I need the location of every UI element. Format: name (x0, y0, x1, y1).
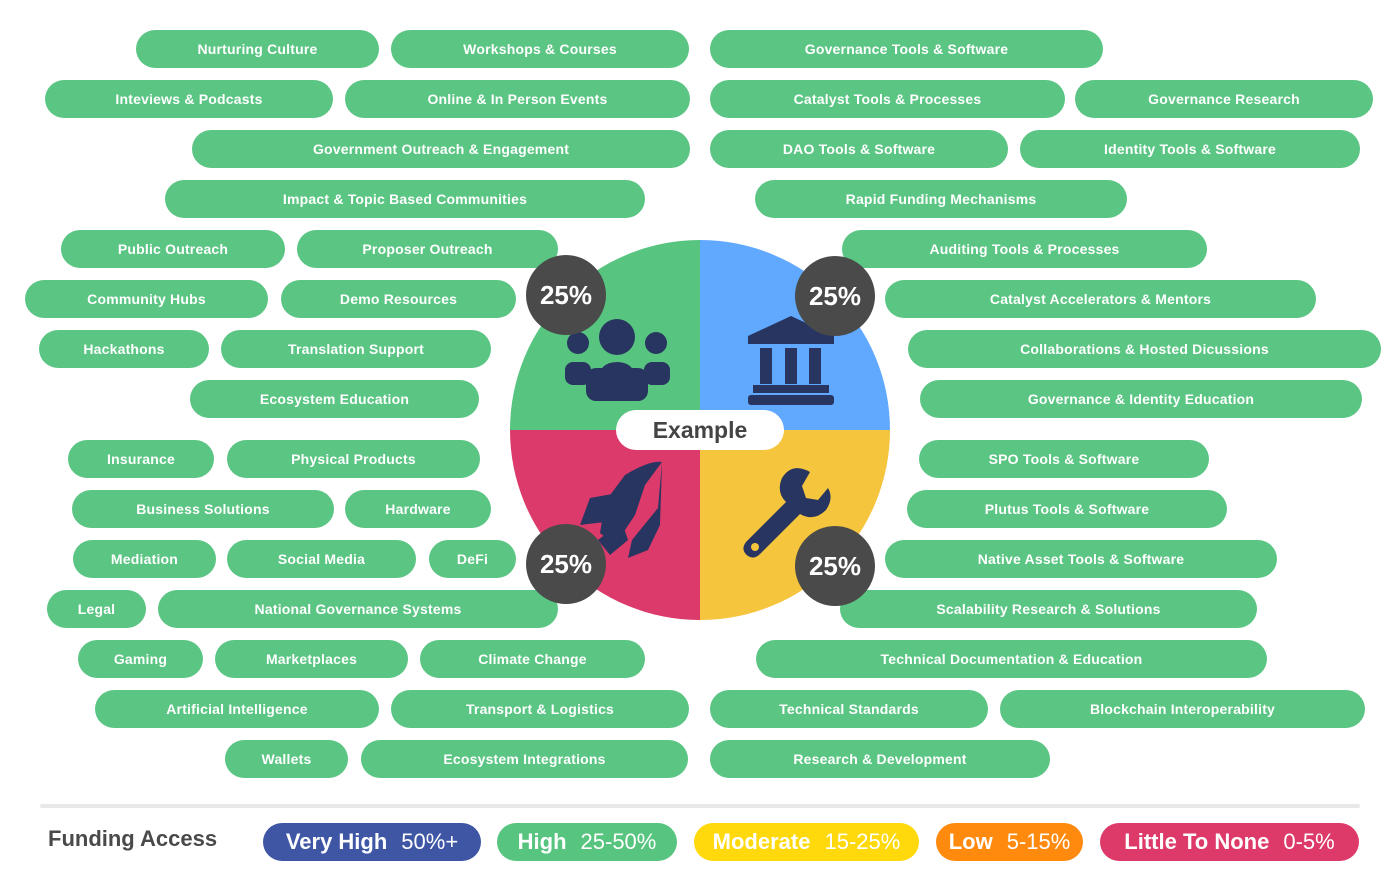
category-tag[interactable]: Collaborations & Hosted Dicussions (908, 330, 1381, 368)
category-tag[interactable]: Physical Products (227, 440, 480, 478)
center-label: Example (616, 410, 784, 450)
category-tag[interactable]: Governance Research (1075, 80, 1373, 118)
legend-range: 50%+ (401, 829, 459, 854)
category-tag[interactable]: Technical Standards (710, 690, 988, 728)
category-tag[interactable]: Artificial Intelligence (95, 690, 379, 728)
category-tag[interactable]: Gaming (78, 640, 203, 678)
legend-item: High 25-50% (497, 823, 677, 861)
category-tag[interactable]: Translation Support (221, 330, 491, 368)
category-tag[interactable]: Social Media (227, 540, 416, 578)
legend-title: Funding Access (48, 826, 218, 851)
category-tag[interactable]: Technical Documentation & Education (756, 640, 1267, 678)
category-tag[interactable]: Wallets (225, 740, 348, 778)
category-tag[interactable]: Public Outreach (61, 230, 285, 268)
category-tag[interactable]: Rapid Funding Mechanisms (755, 180, 1127, 218)
category-tag[interactable]: Native Asset Tools & Software (885, 540, 1277, 578)
category-tag[interactable]: Ecosystem Integrations (361, 740, 688, 778)
category-tag[interactable]: Auditing Tools & Processes (842, 230, 1207, 268)
category-tag[interactable]: Business Solutions (72, 490, 334, 528)
category-tag[interactable]: Inteviews & Podcasts (45, 80, 333, 118)
legend-label: Low (948, 829, 993, 854)
category-tag[interactable]: Identity Tools & Software (1020, 130, 1360, 168)
percent-badge-community: 25% (526, 255, 606, 335)
legend-label: Little To None (1124, 829, 1270, 854)
legend-range: 0-5% (1283, 829, 1335, 854)
category-tag[interactable]: Scalability Research & Solutions (840, 590, 1257, 628)
category-tag[interactable]: Catalyst Accelerators & Mentors (885, 280, 1316, 318)
divider (40, 804, 1360, 808)
legend-item: Moderate 15-25% (694, 823, 919, 861)
category-tag[interactable]: Nurturing Culture (136, 30, 379, 68)
legend-label: Moderate (712, 829, 811, 854)
category-tag[interactable]: Online & In Person Events (345, 80, 690, 118)
category-tag[interactable]: Catalyst Tools & Processes (710, 80, 1065, 118)
category-tag[interactable]: Hardware (345, 490, 491, 528)
category-tag[interactable]: Community Hubs (25, 280, 268, 318)
category-tag[interactable]: National Governance Systems (158, 590, 558, 628)
legend-item: Very High 50%+ (263, 823, 481, 861)
category-tag[interactable]: Impact & Topic Based Communities (165, 180, 645, 218)
category-tag[interactable]: Plutus Tools & Software (907, 490, 1227, 528)
category-tag[interactable]: SPO Tools & Software (919, 440, 1209, 478)
percent-badge-development: 25% (795, 526, 875, 606)
category-tag[interactable]: Governance Tools & Software (710, 30, 1103, 68)
category-tag[interactable]: Demo Resources (281, 280, 516, 318)
category-tag[interactable]: Research & Development (710, 740, 1050, 778)
category-tag[interactable]: Transport & Logistics (391, 690, 689, 728)
legend-item: Low 5-15% (936, 823, 1083, 861)
category-tag[interactable]: Mediation (73, 540, 216, 578)
percent-badge-governance: 25% (795, 256, 875, 336)
category-tag[interactable]: Climate Change (420, 640, 645, 678)
category-tag[interactable]: Ecosystem Education (190, 380, 479, 418)
category-tag[interactable]: Legal (47, 590, 146, 628)
category-tag[interactable]: Government Outreach & Engagement (192, 130, 690, 168)
category-tag[interactable]: DeFi (429, 540, 516, 578)
legend-range: 15-25% (824, 829, 901, 854)
legend-range: 5-15% (1006, 829, 1071, 854)
legend-label: High (517, 829, 567, 854)
category-tag[interactable]: Marketplaces (215, 640, 408, 678)
category-tag[interactable]: Governance & Identity Education (920, 380, 1362, 418)
category-tag[interactable]: DAO Tools & Software (710, 130, 1008, 168)
category-tag[interactable]: Workshops & Courses (391, 30, 689, 68)
category-tag[interactable]: Insurance (68, 440, 214, 478)
category-tag[interactable]: Blockchain Interoperability (1000, 690, 1365, 728)
legend-item: Little To None 0-5% (1100, 823, 1359, 861)
legend-range: 25-50% (580, 829, 657, 854)
legend-label: Very High (285, 829, 388, 854)
percent-badge-products: 25% (526, 524, 606, 604)
category-tag[interactable]: Hackathons (39, 330, 209, 368)
